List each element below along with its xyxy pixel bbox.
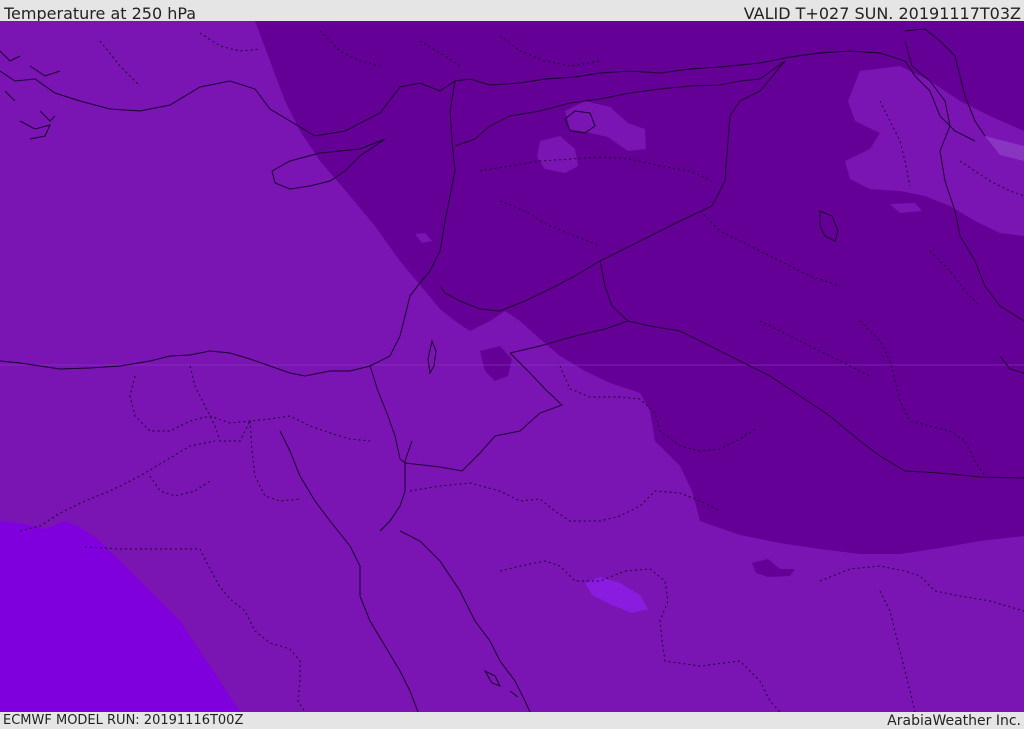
header-bar: Temperature at 250 hPa VALID T+027 SUN. …: [0, 0, 1024, 23]
model-run-label: ECMWF MODEL RUN: 20191116T00Z: [3, 713, 244, 728]
temperature-map[interactable]: [0, 21, 1024, 712]
map-viewer: Temperature at 250 hPa VALID T+027 SUN. …: [0, 0, 1024, 729]
credit-label: ArabiaWeather Inc.: [887, 713, 1021, 729]
footer-bar: ECMWF MODEL RUN: 20191116T00Z ArabiaWeat…: [0, 712, 1024, 729]
